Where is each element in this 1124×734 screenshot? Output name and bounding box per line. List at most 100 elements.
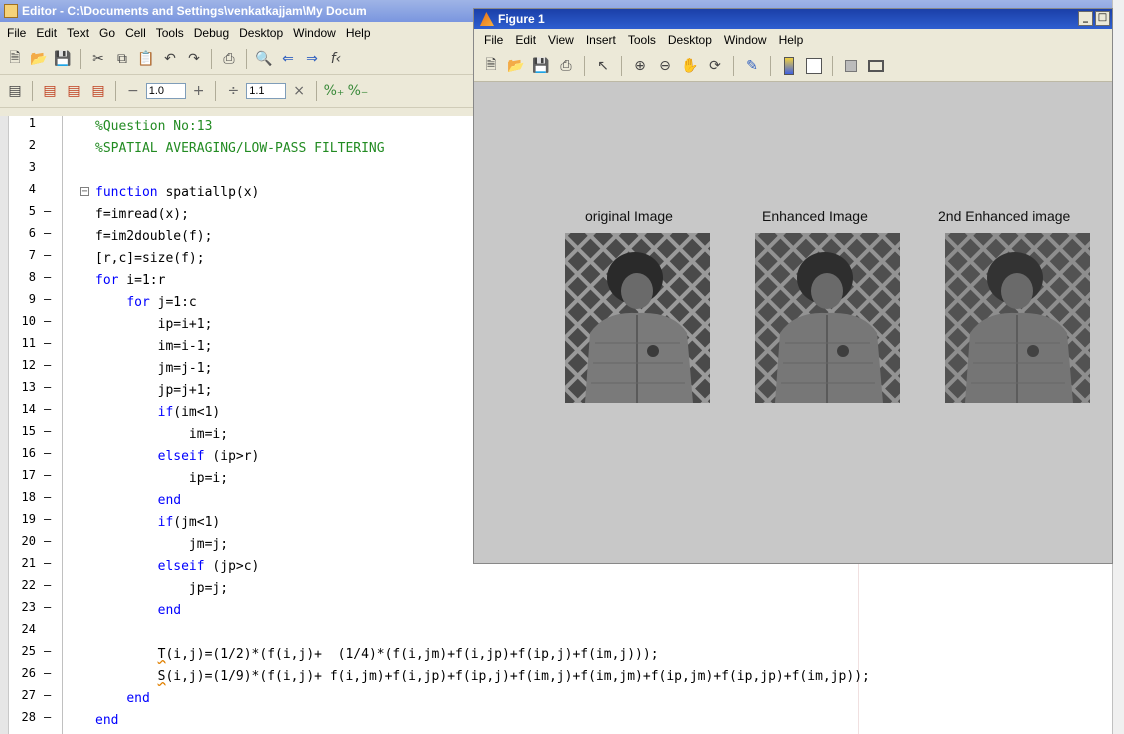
- rotate-3d-icon[interactable]: ⟳: [704, 55, 726, 77]
- new-file-icon[interactable]: 🗎: [4, 48, 26, 70]
- print-icon[interactable]: ⎙: [218, 48, 240, 70]
- hide-plot-tools-icon[interactable]: [840, 55, 862, 77]
- figure-menu-insert[interactable]: Insert: [580, 33, 622, 47]
- editor-menu-tools[interactable]: Tools: [151, 26, 189, 40]
- figure-menu-desktop[interactable]: Desktop: [662, 33, 718, 47]
- line-number: 26: [21, 666, 36, 680]
- figure-menu-view[interactable]: View: [542, 33, 580, 47]
- editor-menu-help[interactable]: Help: [341, 26, 376, 40]
- function-icon[interactable]: f‹: [325, 48, 347, 70]
- zoom-in-icon[interactable]: ⊕: [629, 55, 651, 77]
- undo-icon[interactable]: ↶: [159, 48, 181, 70]
- breakpoint-marker[interactable]: —: [44, 688, 51, 702]
- code-text: elseif (jp>c): [157, 559, 260, 574]
- code-line[interactable]: 27 — end: [0, 688, 1112, 710]
- breakpoint-marker[interactable]: —: [44, 710, 51, 724]
- breakpoint-marker[interactable]: —: [44, 490, 51, 504]
- breakpoint-marker[interactable]: —: [44, 248, 51, 262]
- breakpoint-marker[interactable]: —: [44, 666, 51, 680]
- copy-icon[interactable]: ⧉: [111, 48, 133, 70]
- eval-cell-icon[interactable]: ▤: [39, 80, 61, 102]
- divide-value-field[interactable]: 1.1: [246, 83, 287, 99]
- decrement-value-field[interactable]: 1.0: [145, 83, 186, 99]
- show-plot-tools-icon[interactable]: [865, 55, 887, 77]
- line-number: 23: [21, 600, 36, 614]
- insert-cell-divider-icon[interactable]: %₊: [323, 80, 345, 102]
- editor-menu-desktop[interactable]: Desktop: [234, 26, 288, 40]
- editor-menu-cell[interactable]: Cell: [120, 26, 151, 40]
- print-figure-icon[interactable]: ⎙: [555, 55, 577, 77]
- breakpoint-marker[interactable]: —: [44, 556, 51, 570]
- breakpoint-marker[interactable]: —: [44, 424, 51, 438]
- code-line[interactable]: 26 — S(i,j)=(1/9)*(f(i,j)+ f(i,jm)+f(i,jp…: [0, 666, 1112, 688]
- breakpoint-marker[interactable]: —: [44, 512, 51, 526]
- colorbar-icon[interactable]: [778, 55, 800, 77]
- editor-menu-go[interactable]: Go: [94, 26, 120, 40]
- breakpoint-marker[interactable]: —: [44, 402, 51, 416]
- editor-menu-edit[interactable]: Edit: [31, 26, 62, 40]
- breakpoint-marker[interactable]: —: [44, 204, 51, 218]
- editor-menu-debug[interactable]: Debug: [189, 26, 234, 40]
- figure-titlebar[interactable]: Figure 1 _ □: [474, 9, 1112, 29]
- redo-icon[interactable]: ↷: [183, 48, 205, 70]
- find-icon[interactable]: 🔍: [253, 48, 275, 70]
- figure-menu-window[interactable]: Window: [718, 33, 773, 47]
- figure-menu-edit[interactable]: Edit: [509, 33, 542, 47]
- pan-hand-icon[interactable]: ✋: [679, 55, 701, 77]
- pointer-icon[interactable]: ↖: [592, 55, 614, 77]
- data-cursor-icon[interactable]: ✎: [741, 55, 763, 77]
- breakpoint-marker[interactable]: —: [44, 314, 51, 328]
- breakpoint-marker[interactable]: —: [44, 380, 51, 394]
- open-folder-icon[interactable]: 📂: [28, 48, 50, 70]
- breakpoint-marker[interactable]: —: [44, 600, 51, 614]
- open-file-icon[interactable]: 📂: [505, 55, 527, 77]
- decrement-button[interactable]: −: [122, 83, 144, 99]
- minimize-button[interactable]: _: [1078, 11, 1093, 26]
- save-icon[interactable]: 💾: [52, 48, 74, 70]
- breakpoint-marker[interactable]: —: [44, 578, 51, 592]
- breakpoint-marker[interactable]: —: [44, 358, 51, 372]
- breakpoint-marker[interactable]: —: [44, 468, 51, 482]
- figure-menu-tools[interactable]: Tools: [622, 33, 662, 47]
- line-number: 16: [21, 446, 36, 460]
- breakpoint-marker[interactable]: —: [44, 336, 51, 350]
- fold-toggle-icon[interactable]: −: [80, 187, 89, 197]
- window-controls: _ □: [1078, 11, 1110, 26]
- code-line[interactable]: 28 — end: [0, 710, 1112, 732]
- breakpoint-marker[interactable]: —: [44, 644, 51, 658]
- multiply-button[interactable]: ×: [288, 83, 310, 99]
- breakpoint-marker[interactable]: —: [44, 534, 51, 548]
- figure-menu-help[interactable]: Help: [773, 33, 810, 47]
- editor-menu-text[interactable]: Text: [62, 26, 94, 40]
- code-text: [r,c]=size(f);: [95, 251, 205, 266]
- back-arrow-icon[interactable]: ⇐: [277, 48, 299, 70]
- breakpoint-marker[interactable]: —: [44, 446, 51, 460]
- zoom-out-icon[interactable]: ⊖: [654, 55, 676, 77]
- legend-icon[interactable]: [803, 55, 825, 77]
- breakpoint-marker[interactable]: —: [44, 226, 51, 240]
- remove-cell-divider-icon[interactable]: %₋: [347, 80, 369, 102]
- toolbar-separator: [215, 81, 217, 101]
- editor-menu-file[interactable]: File: [2, 26, 31, 40]
- cell-mode-icon[interactable]: ▤: [4, 80, 26, 102]
- code-line[interactable]: 22 — jp=j;: [0, 578, 1112, 600]
- forward-arrow-icon[interactable]: ⇒: [301, 48, 323, 70]
- code-line[interactable]: 24: [0, 622, 1112, 644]
- increment-button[interactable]: +: [188, 83, 210, 99]
- code-line[interactable]: 25 — T(i,j)=(1/2)*(f(i,j)+ (1/4)*(f(i,jm)…: [0, 644, 1112, 666]
- new-figure-icon[interactable]: 🗎: [480, 55, 502, 77]
- maximize-button[interactable]: □: [1095, 11, 1110, 26]
- cut-icon[interactable]: ✂: [87, 48, 109, 70]
- breakpoint-marker[interactable]: —: [44, 292, 51, 306]
- eval-cell-advance-icon[interactable]: ▤: [63, 80, 85, 102]
- editor-scrollbar[interactable]: [1112, 0, 1124, 734]
- code-line[interactable]: 23 — end: [0, 600, 1112, 622]
- figure-menu-file[interactable]: File: [478, 33, 509, 47]
- paste-icon[interactable]: 📋: [135, 48, 157, 70]
- breakpoint-marker[interactable]: —: [44, 270, 51, 284]
- eval-file-icon[interactable]: ▤: [87, 80, 109, 102]
- save-figure-icon[interactable]: 💾: [530, 55, 552, 77]
- line-number: 3: [28, 160, 36, 174]
- divide-button[interactable]: ÷: [222, 83, 244, 99]
- editor-menu-window[interactable]: Window: [288, 26, 341, 40]
